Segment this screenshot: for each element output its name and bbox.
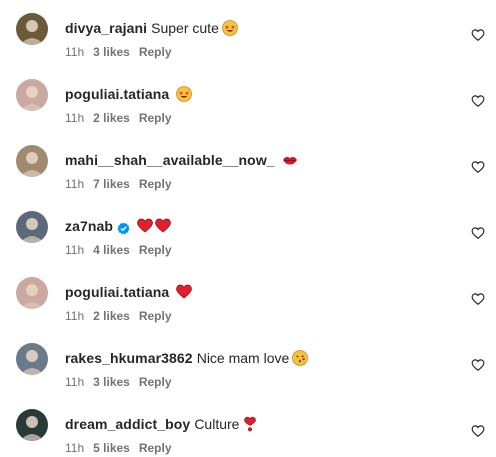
comment-meta: 11h 4 likes Reply: [65, 242, 181, 258]
username-link[interactable]: poguliai.tatiana: [65, 84, 169, 104]
comment-body: poguliai.tatiana: [65, 84, 193, 104]
comment-text: Super cute: [151, 20, 219, 36]
likes-count-link[interactable]: 5 likes: [93, 441, 130, 455]
avatar[interactable]: [16, 409, 48, 441]
likes-count-link[interactable]: 2 likes: [93, 309, 130, 323]
timestamp[interactable]: 11h: [65, 111, 84, 125]
comment-text: Culture: [194, 416, 240, 432]
like-comment-button[interactable]: [471, 94, 485, 108]
verified-badge-icon: [117, 220, 130, 234]
comments-list: divya_rajani Super cute 11h 3 likes Reply pog…: [0, 0, 496, 457]
heart-outline-icon: [471, 293, 485, 305]
like-comment-button[interactable]: [471, 226, 485, 240]
timestamp[interactable]: 11h: [65, 45, 84, 59]
red-heart-emoji: [176, 284, 193, 300]
comment-meta: 11h 7 likes Reply: [65, 176, 181, 192]
heart-exclamation-emoji: [242, 416, 258, 432]
like-comment-button[interactable]: [471, 424, 485, 438]
heart-outline-icon: [471, 95, 485, 107]
comment-item: divya_rajani Super cute 11h 3 likes Reply: [0, 13, 496, 63]
comment-item: dream_addict_boy Culture 11h 5 likes Reply: [0, 409, 496, 457]
star-struck-emoji: [176, 86, 193, 102]
reply-button[interactable]: Reply: [139, 375, 172, 389]
comment-body: za7nab: [65, 216, 171, 236]
likes-count-link[interactable]: 4 likes: [93, 243, 130, 257]
likes-count-link[interactable]: 7 likes: [93, 177, 130, 191]
comment-item: poguliai.tatiana 11h 2 likes Reply: [0, 277, 496, 327]
heart-outline-icon: [471, 161, 485, 173]
avatar[interactable]: [16, 277, 48, 309]
lips-emoji: [282, 152, 298, 168]
like-comment-button[interactable]: [471, 28, 485, 42]
reply-button[interactable]: Reply: [139, 45, 172, 59]
comment-body: divya_rajani Super cute: [65, 18, 238, 38]
username-link[interactable]: poguliai.tatiana: [65, 282, 169, 302]
like-comment-button[interactable]: [471, 292, 485, 306]
likes-count-link[interactable]: 3 likes: [93, 375, 130, 389]
username-link[interactable]: dream_addict_boy: [65, 414, 190, 434]
reply-button[interactable]: Reply: [139, 111, 172, 125]
comment-meta: 11h 5 likes Reply: [65, 440, 181, 456]
timestamp[interactable]: 11h: [65, 243, 84, 257]
timestamp[interactable]: 11h: [65, 177, 84, 191]
comment-meta: 11h 2 likes Reply: [65, 110, 181, 126]
avatar[interactable]: [16, 145, 48, 177]
reply-button[interactable]: Reply: [139, 177, 172, 191]
like-comment-button[interactable]: [471, 358, 485, 372]
reply-button[interactable]: Reply: [139, 309, 172, 323]
heart-outline-icon: [471, 227, 485, 239]
comment-meta: 11h 3 likes Reply: [65, 44, 181, 60]
like-comment-button[interactable]: [471, 160, 485, 174]
timestamp[interactable]: 11h: [65, 441, 84, 455]
avatar[interactable]: [16, 211, 48, 243]
heart-outline-icon: [471, 425, 485, 437]
avatar[interactable]: [16, 79, 48, 111]
reply-button[interactable]: Reply: [139, 243, 172, 257]
reply-button[interactable]: Reply: [139, 441, 172, 455]
timestamp[interactable]: 11h: [65, 309, 84, 323]
username-link[interactable]: rakes_hkumar3862: [65, 348, 193, 368]
comment-text: Nice mam love: [196, 350, 290, 366]
likes-count-link[interactable]: 2 likes: [93, 111, 130, 125]
comment-item: poguliai.tatiana 11h 2 likes Reply: [0, 79, 496, 129]
comment-item: mahi__shah__available__now_ 11h 7 likes Rep…: [0, 145, 496, 195]
comment-item: rakes_hkumar3862 Nice mam love 11h 3 likes R…: [0, 343, 496, 393]
comment-body: rakes_hkumar3862 Nice mam love: [65, 348, 309, 368]
avatar[interactable]: [16, 13, 48, 45]
comment-body: dream_addict_boy Culture: [65, 414, 258, 434]
comment-meta: 11h 2 likes Reply: [65, 308, 181, 324]
heart-outline-icon: [471, 359, 485, 371]
star-struck-emoji: [221, 20, 238, 36]
likes-count-link[interactable]: 3 likes: [93, 45, 130, 59]
comment-body: poguliai.tatiana: [65, 282, 193, 302]
kissing-face-emoji: [292, 350, 309, 366]
comment-item: za7nab 11h 4 likes Reply: [0, 211, 496, 261]
comment-body: mahi__shah__available__now_: [65, 150, 298, 170]
timestamp[interactable]: 11h: [65, 375, 84, 389]
username-link[interactable]: divya_rajani: [65, 18, 147, 38]
username-link[interactable]: za7nab: [65, 216, 113, 236]
avatar[interactable]: [16, 343, 48, 375]
username-link[interactable]: mahi__shah__available__now_: [65, 150, 275, 170]
comment-meta: 11h 3 likes Reply: [65, 374, 181, 390]
heart-outline-icon: [471, 29, 485, 41]
two-red-hearts-emoji: [137, 218, 171, 234]
